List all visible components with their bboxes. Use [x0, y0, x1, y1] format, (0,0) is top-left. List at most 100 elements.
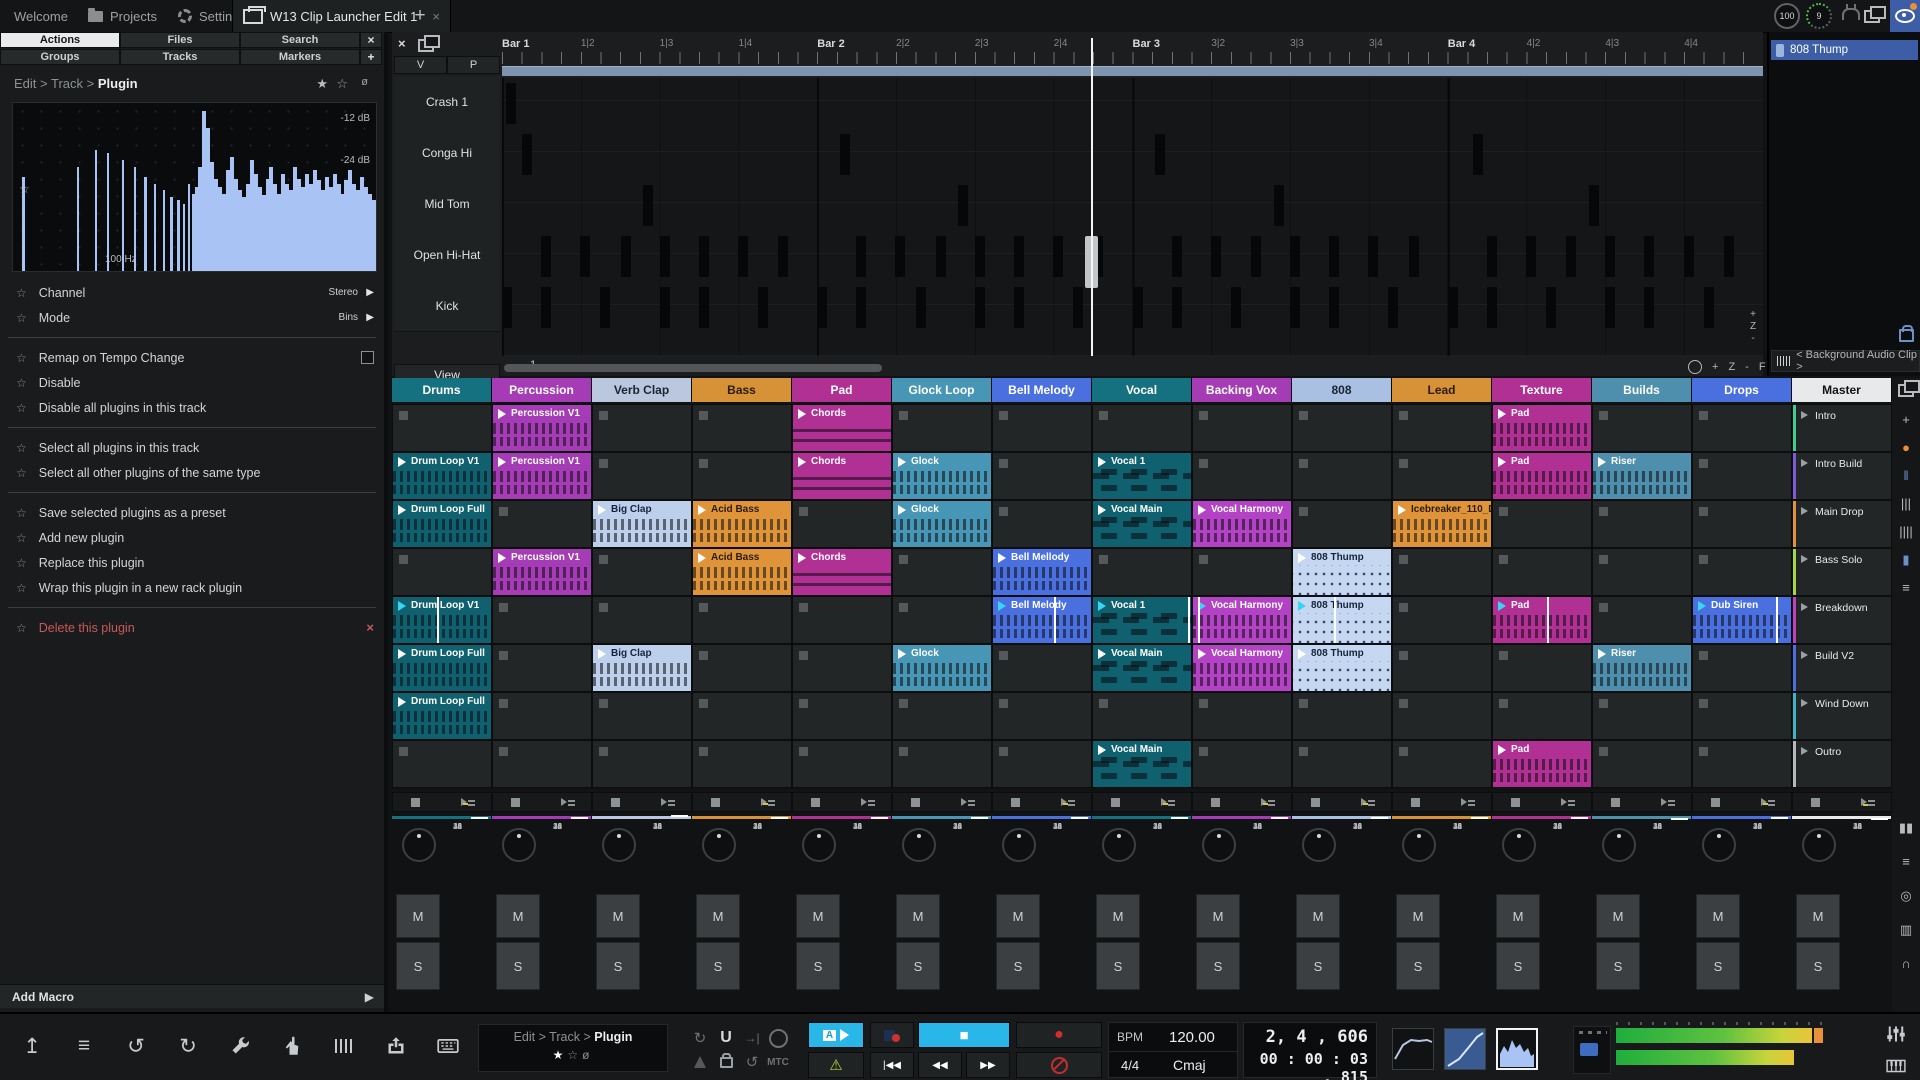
clip-stop-square[interactable]	[799, 651, 808, 660]
master-pan[interactable]	[1573, 1026, 1611, 1074]
close-tab-icon[interactable]: ×	[432, 9, 440, 24]
solo-button[interactable]: S	[1696, 942, 1740, 990]
midi-note[interactable]	[506, 83, 516, 124]
midi-note[interactable]	[975, 236, 985, 277]
clip-cell[interactable]: Drum Loop Full	[392, 692, 492, 740]
clip-cell[interactable]: Big Clap	[592, 500, 692, 548]
clip-vocal-harmony[interactable]: Vocal Harmony	[1193, 645, 1291, 691]
bars3-icon[interactable]: |||	[1901, 496, 1911, 511]
clip-play-icon[interactable]	[1298, 649, 1306, 659]
stop-scene-row[interactable]	[492, 792, 592, 812]
clip-stop-square[interactable]	[1499, 651, 1508, 660]
clip-cell[interactable]	[392, 740, 492, 788]
fader-line[interactable]	[471, 817, 488, 819]
action-item[interactable]: ☆Select all plugins in this track	[0, 435, 384, 460]
midi-note[interactable]	[699, 287, 709, 328]
clip-cell[interactable]	[792, 500, 892, 548]
plus-icon[interactable]: +	[1902, 412, 1910, 427]
column-header-master[interactable]: Master	[1792, 378, 1892, 402]
scene-launch-icon[interactable]	[1561, 797, 1575, 808]
clip-play-icon[interactable]	[1198, 649, 1206, 659]
midi-note[interactable]	[1526, 236, 1536, 277]
clip-stop-square[interactable]	[1699, 747, 1708, 756]
clip-stop-square[interactable]	[499, 507, 508, 516]
star-outline-icon[interactable]: ☆	[16, 506, 27, 520]
solo-button[interactable]: S	[796, 942, 840, 990]
zoom-+[interactable]: +	[1712, 361, 1718, 373]
action-item[interactable]: ☆Disable all plugins in this track	[0, 395, 384, 420]
clip-stop-square[interactable]	[499, 603, 508, 612]
latency-gauge[interactable]: 9	[1806, 3, 1832, 29]
editor-track-kick[interactable]: Kick	[394, 280, 500, 332]
clip-cell[interactable]: 808 Thump	[1292, 548, 1392, 596]
clip-stop-square[interactable]	[799, 603, 808, 612]
keyboard-icon[interactable]	[430, 1028, 466, 1064]
clip-cell[interactable]: 808 Thump	[1292, 596, 1392, 644]
stop-scene-row[interactable]	[1792, 792, 1892, 812]
clip-cell[interactable]	[1492, 500, 1592, 548]
clip-cell[interactable]: Vocal Main	[1092, 644, 1192, 692]
clip-cell[interactable]: Glock	[892, 644, 992, 692]
solo-button[interactable]: S	[1796, 942, 1840, 990]
stop-all-icon[interactable]	[1311, 798, 1320, 807]
layers-icon[interactable]	[1898, 384, 1914, 397]
close-editor-icon[interactable]: ×	[398, 36, 406, 51]
clip-stop-square[interactable]	[599, 459, 608, 468]
waveform-tool-icon[interactable]	[326, 1028, 362, 1064]
clip-play-icon[interactable]	[498, 553, 506, 563]
clip-cell[interactable]	[992, 404, 1092, 452]
midi-note[interactable]	[1014, 236, 1024, 277]
clip-stop-square[interactable]	[599, 747, 608, 756]
clip-playing-icon[interactable]	[398, 601, 406, 611]
midi-note[interactable]	[1014, 287, 1024, 328]
column-header-bass[interactable]: Bass	[692, 378, 792, 402]
midi-note[interactable]	[600, 287, 610, 328]
clip-stop-square[interactable]	[1599, 555, 1608, 564]
clip-bell-melody[interactable]: Bell Melody	[993, 597, 1091, 643]
clip-cell[interactable]	[1392, 596, 1492, 644]
clip-cell[interactable]	[492, 596, 592, 644]
clip-cell[interactable]: Vocal 1	[1092, 452, 1192, 500]
clip-808-thump[interactable]: 808 Thump	[1293, 549, 1391, 595]
abort-button[interactable]	[1016, 1052, 1102, 1078]
column-header-texture[interactable]: Texture	[1492, 378, 1592, 402]
clip-cell[interactable]	[792, 596, 892, 644]
fader-line[interactable]	[1571, 817, 1588, 819]
action-item[interactable]: ☆Add new plugin	[0, 525, 384, 550]
mute-button[interactable]: M	[396, 894, 440, 938]
panel-tab-search[interactable]: Search	[240, 32, 360, 48]
pan-knob[interactable]	[802, 828, 836, 862]
clip-vocal-harmony[interactable]: Vocal Harmony	[1193, 501, 1291, 547]
midi-note[interactable]	[840, 134, 850, 175]
fast-forward-button[interactable]: ▶▶	[966, 1052, 1010, 1078]
clip-cell[interactable]	[1192, 452, 1292, 500]
editor-track-open-hi-hat[interactable]: Open Hi-Hat	[394, 229, 500, 281]
scene-play-icon[interactable]	[1801, 699, 1808, 707]
clip-play-icon[interactable]	[398, 505, 406, 515]
velocity-column-button[interactable]: V	[394, 56, 447, 74]
fader-line[interactable]	[971, 817, 988, 819]
editor-track-conga-hi[interactable]: Conga Hi	[394, 127, 500, 179]
clip-cell[interactable]	[1392, 452, 1492, 500]
property-mode[interactable]: ☆ModeBins▶	[0, 305, 384, 330]
clip-cell[interactable]	[792, 740, 892, 788]
clip-play-icon[interactable]	[498, 457, 506, 467]
mute-button[interactable]: M	[1396, 894, 1440, 938]
clip-drum-loop-full[interactable]: Drum Loop Full	[393, 501, 491, 547]
clip-cell[interactable]	[892, 692, 992, 740]
solo-button[interactable]: S	[1496, 942, 1540, 990]
clip-stop-square[interactable]	[699, 699, 708, 708]
clip-stop-square[interactable]	[899, 699, 908, 708]
mute-button[interactable]: M	[1796, 894, 1840, 938]
position-box[interactable]: 2, 4 , 606 00 : 00 : 03 . 815	[1243, 1022, 1377, 1078]
stop-button[interactable]: ■	[918, 1022, 1010, 1048]
clip-play-icon[interactable]	[1198, 505, 1206, 515]
action-item[interactable]: ☆Disable	[0, 370, 384, 395]
clip-stop-square[interactable]	[699, 747, 708, 756]
clip-play-icon[interactable]	[398, 697, 406, 707]
fader-line[interactable]	[1071, 817, 1088, 819]
solo-button[interactable]: S	[696, 942, 740, 990]
clip-cell[interactable]	[1692, 644, 1792, 692]
clip-cell[interactable]	[1592, 692, 1692, 740]
magnet-snap-icon[interactable]: U	[714, 1026, 738, 1050]
